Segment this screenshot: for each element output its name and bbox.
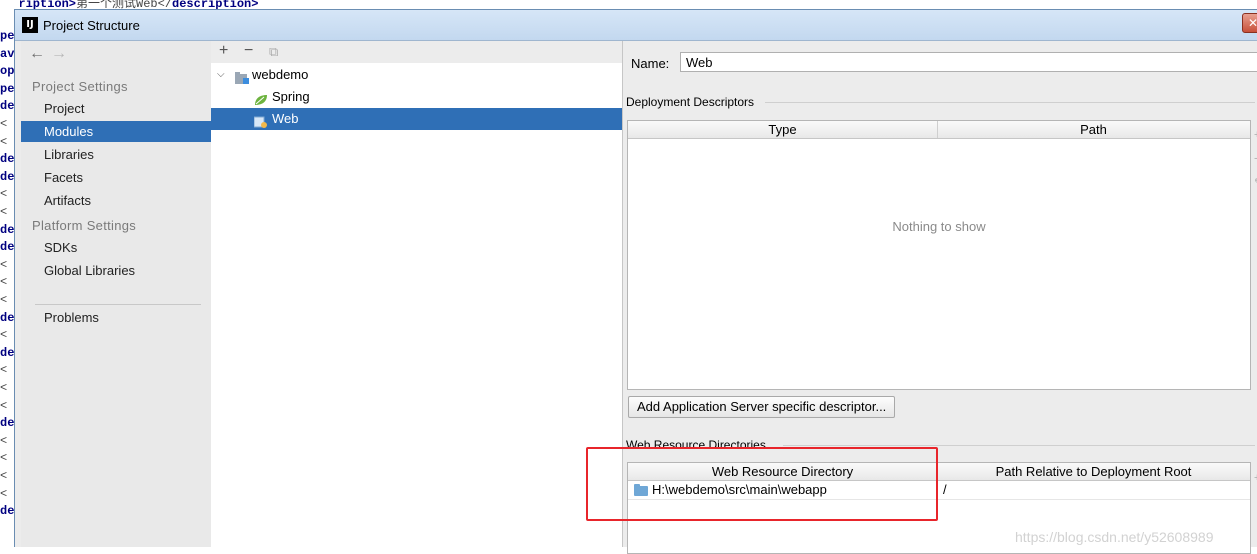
deployment-descriptors-title: Deployment Descriptors [626,95,755,109]
bg-fragment: < [0,275,8,290]
intellij-app-icon: IJ [22,17,38,33]
bg-fragment: < [0,486,8,501]
bg-fragment: < [0,469,8,483]
tree-node-label: Web [272,111,299,126]
column-header-relative-path[interactable]: Path Relative to Deployment Root [938,463,1249,480]
background-editor-top: scription>第一个测试Web</description> [0,0,440,9]
bg-fragment: op [0,64,15,79]
bg-fragment: < [0,328,8,343]
nav-item-sdks[interactable]: SDKs [21,237,211,258]
group-separator [783,445,1255,446]
bg-fragment: < [0,433,8,448]
bg-fragment: de [0,240,15,255]
bg-fragment: pe [0,29,15,43]
bg-fragment: av [0,46,15,61]
bg-fragment: 第一个测试Web</ [76,0,173,9]
nav-item-libraries[interactable]: Libraries [21,144,211,165]
bg-fragment: de [0,416,15,431]
history-navigation: ← → [29,45,73,65]
bg-fragment: < [0,117,8,131]
tree-toolbar: + − ⧉ [211,41,622,63]
tree-node-web[interactable]: Web [211,108,622,130]
platform-settings-header: Platform Settings [32,218,137,233]
forward-arrow-icon[interactable]: → [51,45,73,63]
table-header: Type Path [628,121,1250,139]
relative-path-cell: / [943,482,947,497]
bg-fragment: < [0,205,8,219]
add-server-descriptor-button[interactable]: Add Application Server specific descript… [628,396,896,418]
name-label: Name: [631,56,670,71]
bg-fragment: de [0,504,15,519]
add-icon[interactable]: + [219,42,228,60]
nav-divider [35,304,201,305]
column-header-path[interactable]: Path [938,121,1249,138]
bg-fragment: < [0,451,8,466]
bg-fragment: description> [172,0,259,9]
bg-fragment: < [0,398,8,413]
bg-fragment: < [0,293,8,307]
tree-node-label: webdemo [252,67,309,82]
name-field[interactable]: Web [680,52,1257,72]
bg-fragment: de [0,169,15,184]
bg-fragment: de [0,345,15,360]
tree-node-webdemo[interactable]: ⌵ webdemo [211,64,622,86]
web-facet-icon [253,113,267,128]
bg-fragment: de [0,310,15,325]
group-separator [765,102,1255,103]
bg-fragment: pe [0,81,15,96]
close-button[interactable]: ✕ [1242,13,1257,33]
watermark-text: https://blog.csdn.net/y52608989 [1015,529,1214,545]
settings-navigation: ← → Project Settings Project Modules Libr… [21,41,212,547]
highlight-annotation-box [586,447,938,521]
bg-fragment: de [0,222,15,237]
back-arrow-icon[interactable]: ← [29,45,51,63]
nav-item-artifacts[interactable]: Artifacts [21,190,211,211]
nav-item-problems[interactable]: Problems [21,307,211,328]
column-header-type[interactable]: Type [628,121,938,138]
chevron-down-icon[interactable]: ⌵ [217,64,225,86]
spring-leaf-icon [254,91,267,105]
nav-item-facets[interactable]: Facets [21,167,211,188]
bg-fragment: < [0,134,8,149]
bg-fragment: < [0,363,8,378]
title-bar: IJ Project Structure ✕ [15,10,1257,41]
tree-node-label: Spring [272,89,310,104]
bg-fragment: < [0,187,8,202]
deployment-descriptors-table[interactable]: Type Path Nothing to show [627,120,1251,390]
nav-item-modules[interactable]: Modules [21,121,211,142]
module-tree-pane: + − ⧉ ⌵ webdemo Spring Web [211,41,623,547]
nav-item-project[interactable]: Project [21,98,211,119]
copy-icon[interactable]: ⧉ [269,44,278,60]
bg-fragment: < [0,381,8,395]
bg-fragment: de [0,99,15,114]
project-settings-header: Project Settings [32,79,128,94]
module-folder-icon [235,69,249,84]
tree-node-spring[interactable]: Spring [211,86,622,108]
remove-icon[interactable]: − [244,42,253,60]
window-title: Project Structure [43,18,140,33]
bg-fragment: < [0,257,8,272]
nav-item-global-libraries[interactable]: Global Libraries [21,260,211,281]
empty-table-text: Nothing to show [892,219,986,234]
bg-fragment: de [0,152,15,167]
